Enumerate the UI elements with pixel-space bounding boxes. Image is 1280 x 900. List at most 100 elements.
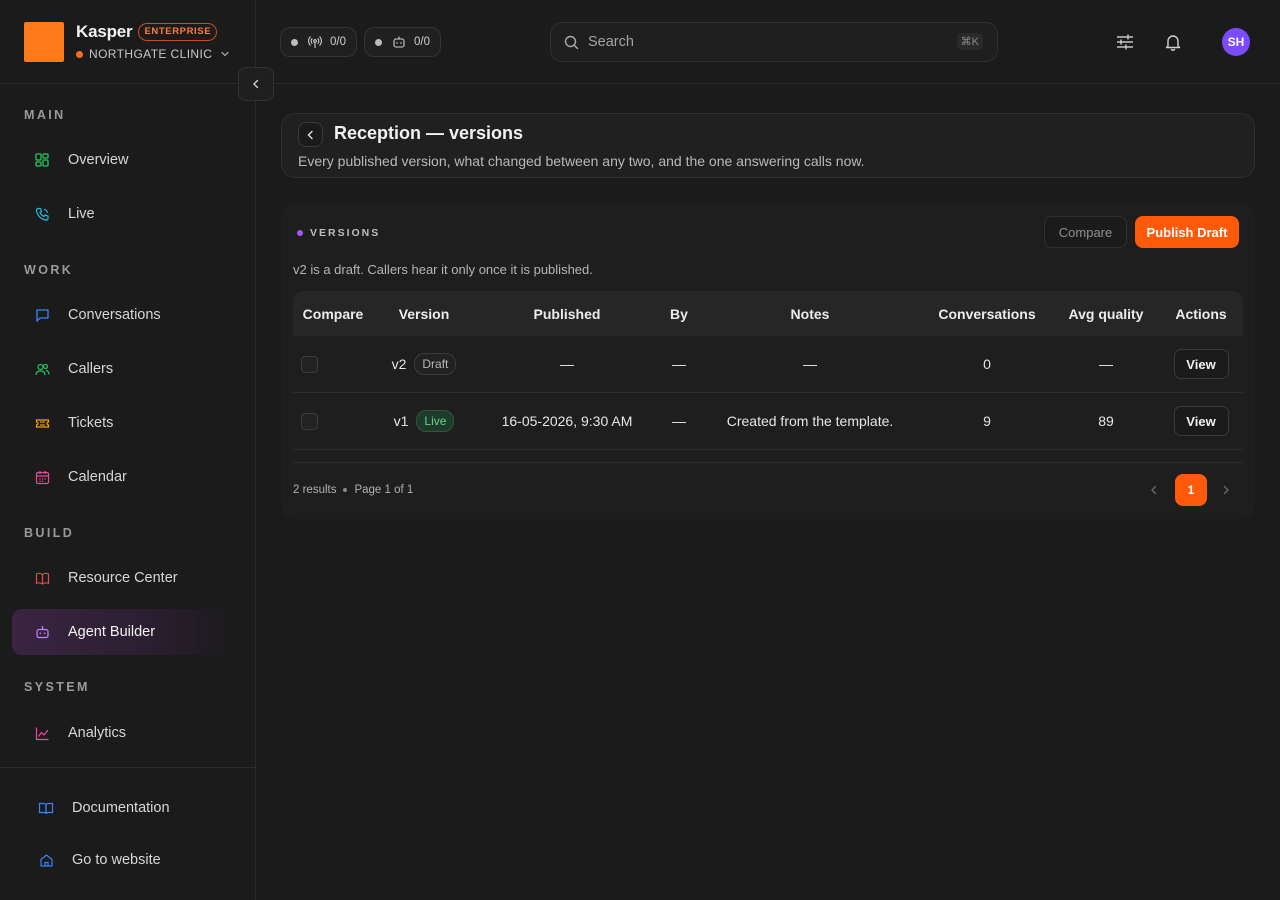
page-info: Page 1 of 1 <box>354 484 414 496</box>
compare-checkbox[interactable] <box>301 336 318 392</box>
column-header: Notes <box>790 305 830 322</box>
page-header-card: Reception — versions Every published ver… <box>281 113 1255 178</box>
by-cell: — <box>672 356 686 372</box>
conversations-cell: 9 <box>983 413 991 429</box>
compare-button[interactable]: Compare <box>1044 216 1127 248</box>
page-title: Reception — versions <box>334 123 524 143</box>
chevron-left-icon <box>307 130 313 139</box>
table-row: v1 Live 16-05-2026, 9:30 AM — Created fr… <box>293 393 1243 450</box>
column-header: Avg quality <box>1068 305 1144 322</box>
section-label-work: WORK <box>24 263 74 277</box>
sidebar-item-label: Live <box>68 206 95 222</box>
previous-page-button[interactable] <box>1147 482 1161 498</box>
home-icon <box>38 852 54 868</box>
versions-section-header: VERSIONS <box>297 227 380 239</box>
tier-badge: ENTERPRISE <box>138 23 218 41</box>
next-page-button[interactable] <box>1219 482 1233 498</box>
users-icon <box>34 361 50 377</box>
version-cell: v1 Live <box>373 393 475 449</box>
version-label: v2 <box>391 356 407 372</box>
page-button-current[interactable]: 1 <box>1175 474 1207 506</box>
sidebar-item-go-to-website[interactable]: Go to website <box>12 837 234 883</box>
search-icon <box>564 35 579 49</box>
bot-icon <box>393 36 405 48</box>
section-label-build: BUILD <box>24 526 75 540</box>
column-header: Compare <box>302 305 364 322</box>
sidebar-item-analytics[interactable]: Analytics <box>12 710 234 756</box>
pagination-summary: 2 results Page 1 of 1 <box>293 484 413 496</box>
sidebar-item-tickets[interactable]: Tickets <box>12 400 234 446</box>
sidebar-item-label: Resource Center <box>68 570 178 586</box>
actions-cell: View <box>1159 393 1243 449</box>
antenna-icon <box>308 36 322 48</box>
table-row: v2 Draft — — — 0 — View <box>293 336 1243 393</box>
bell-icon[interactable] <box>1162 31 1184 53</box>
back-button[interactable] <box>298 122 323 147</box>
results-count: 2 results <box>293 484 337 496</box>
sidebar-item-agent-builder[interactable]: Agent Builder <box>12 609 234 655</box>
brand: Kasper ENTERPRISE NORTHGATE CLINIC <box>24 22 230 62</box>
status-badge: Live <box>416 410 455 432</box>
view-button[interactable]: View <box>1173 406 1229 436</box>
search-input[interactable]: Search ⌘K <box>550 22 998 62</box>
sidebar-item-calendar[interactable]: Calendar <box>12 454 234 500</box>
by-cell: — <box>672 413 686 429</box>
versions-panel: VERSIONS Compare Publish Draft v2 is a d… <box>281 204 1255 519</box>
grid-icon <box>34 152 50 168</box>
chat-icon <box>34 307 50 323</box>
column-header: By <box>670 305 688 322</box>
phone-icon <box>34 206 50 222</box>
page-subtitle: Every published version, what changed be… <box>298 153 865 169</box>
status-pill-agents[interactable]: 0/0 <box>364 27 441 57</box>
book-open-icon <box>38 800 54 816</box>
section-label-system: SYSTEM <box>24 680 90 694</box>
sidebar: Kasper ENTERPRISE NORTHGATE CLINIC MAIN … <box>0 0 256 900</box>
status-pill-calls[interactable]: 0/0 <box>280 27 357 57</box>
sidebar-item-conversations[interactable]: Conversations <box>12 292 234 338</box>
section-title: VERSIONS <box>310 227 381 239</box>
ticket-icon <box>34 415 50 431</box>
sidebar-item-callers[interactable]: Callers <box>12 346 234 392</box>
sidebar-item-documentation[interactable]: Documentation <box>12 785 234 831</box>
search-shortcut: ⌘K <box>956 33 983 50</box>
sidebar-item-resource-center[interactable]: Resource Center <box>12 555 234 601</box>
compare-checkbox[interactable] <box>301 393 318 449</box>
status-dot <box>375 38 382 46</box>
column-header: Version <box>398 305 450 322</box>
avg-quality-cell: — <box>1099 356 1113 372</box>
conversations-cell: 0 <box>983 356 991 372</box>
published-cell: — <box>560 356 574 372</box>
search-placeholder: Search <box>588 34 634 50</box>
chevron-down-icon <box>221 51 229 57</box>
version-label: v1 <box>393 413 409 429</box>
versions-table: Compare Version Published By Notes Conve… <box>293 291 1243 450</box>
table-header: Compare Version Published By Notes Conve… <box>293 291 1243 336</box>
sidebar-item-label: Overview <box>68 152 129 168</box>
avatar[interactable]: SH <box>1222 28 1250 56</box>
status-pill-value: 0/0 <box>330 36 346 48</box>
sidebar-item-overview[interactable]: Overview <box>12 137 234 183</box>
org-switcher[interactable]: NORTHGATE CLINIC <box>76 46 230 62</box>
notes-cell: Created from the template. <box>726 413 894 429</box>
sidebar-item-live[interactable]: Live <box>12 191 234 237</box>
status-badge: Draft <box>414 353 457 375</box>
collapse-sidebar-button[interactable] <box>238 67 274 101</box>
column-header: Actions <box>1175 305 1227 322</box>
brand-name: Kasper <box>76 22 133 41</box>
notes-cell: — <box>803 356 817 372</box>
chevron-left-icon <box>1151 485 1157 495</box>
org-status-dot <box>76 50 83 58</box>
sidebar-item-label: Calendar <box>68 469 127 485</box>
actions-cell: View <box>1159 336 1243 392</box>
chevron-left-icon <box>253 79 259 89</box>
chart-icon <box>34 725 50 741</box>
column-header: Published <box>533 305 601 322</box>
chevron-right-icon <box>1223 485 1229 495</box>
book-icon <box>34 570 50 586</box>
publish-draft-button[interactable]: Publish Draft <box>1135 216 1239 248</box>
view-button[interactable]: View <box>1173 349 1229 379</box>
filters-icon[interactable] <box>1114 31 1136 53</box>
sidebar-item-label: Tickets <box>68 415 114 431</box>
sidebar-item-label: Analytics <box>68 725 127 741</box>
sidebar-item-label: Callers <box>68 361 114 377</box>
